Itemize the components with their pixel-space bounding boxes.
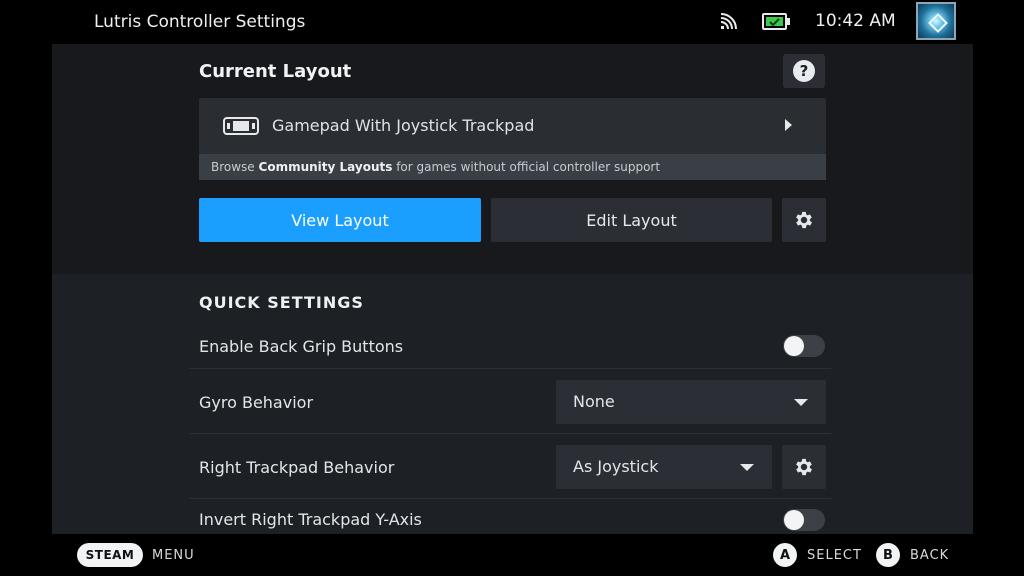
- wifi-signal-icon: [720, 13, 737, 30]
- back-grip-row[interactable]: Enable Back Grip Buttons: [189, 323, 831, 369]
- controller-settings-panel: Current Layout ? Gamepad With Joystick T…: [52, 44, 973, 534]
- view-layout-button[interactable]: View Layout: [199, 198, 481, 242]
- back-grip-label: Enable Back Grip Buttons: [199, 337, 404, 356]
- invert-y-label: Invert Right Trackpad Y-Axis: [199, 510, 422, 529]
- layout-settings-button[interactable]: [782, 198, 826, 242]
- menu-hint: MENU: [152, 548, 195, 563]
- chevron-right-icon: [785, 119, 792, 131]
- gyro-behavior-row: Gyro Behavior None: [189, 369, 831, 434]
- right-trackpad-label: Right Trackpad Behavior: [199, 458, 395, 477]
- community-layouts-link[interactable]: Community Layouts: [259, 160, 393, 174]
- back-hint: BACK: [910, 548, 950, 563]
- top-bar: Lutris Controller Settings 10:42 AM: [0, 0, 1024, 44]
- gyro-behavior-dropdown[interactable]: None: [556, 380, 826, 424]
- clock: 10:42 AM: [815, 11, 896, 31]
- current-layout-selector[interactable]: Gamepad With Joystick Trackpad: [199, 98, 826, 154]
- gyro-behavior-label: Gyro Behavior: [199, 393, 314, 412]
- back-grip-toggle[interactable]: [783, 335, 825, 357]
- bottom-hint-bar: STEAM MENU A SELECT B BACK: [0, 534, 1024, 576]
- toggle-knob: [784, 336, 804, 356]
- browse-suffix: for games without official controller su…: [392, 160, 661, 174]
- help-icon: ?: [793, 60, 815, 82]
- current-layout-heading: Current Layout: [199, 61, 352, 82]
- select-hint: SELECT: [807, 548, 862, 563]
- invert-y-toggle[interactable]: [783, 509, 825, 531]
- b-button-icon[interactable]: B: [876, 543, 900, 567]
- gear-icon: [796, 458, 812, 476]
- layout-name: Gamepad With Joystick Trackpad: [272, 116, 535, 135]
- right-trackpad-dropdown[interactable]: As Joystick: [556, 445, 772, 489]
- help-button[interactable]: ?: [783, 54, 825, 88]
- edit-layout-button[interactable]: Edit Layout: [491, 198, 772, 242]
- right-trackpad-settings-button[interactable]: [782, 445, 826, 489]
- chevron-down-icon: [740, 464, 754, 471]
- controller-icon: [223, 117, 259, 135]
- browse-prefix: Browse: [211, 160, 259, 174]
- browse-community-layouts-hint[interactable]: Browse Community Layouts for games witho…: [199, 154, 826, 180]
- a-button-icon[interactable]: A: [773, 543, 797, 567]
- invert-y-row[interactable]: Invert Right Trackpad Y-Axis: [189, 499, 831, 534]
- chevron-down-icon: [794, 399, 808, 406]
- app-title: Lutris Controller Settings: [94, 12, 306, 32]
- gear-icon: [796, 211, 812, 229]
- user-avatar-icon[interactable]: [916, 2, 956, 40]
- quick-settings-heading: QUICK SETTINGS: [199, 293, 364, 312]
- steam-button[interactable]: STEAM: [77, 543, 143, 567]
- battery-charging-icon: [762, 13, 790, 30]
- toggle-knob: [784, 510, 804, 530]
- right-trackpad-row: Right Trackpad Behavior As Joystick: [189, 434, 831, 499]
- right-trackpad-value: As Joystick: [573, 457, 659, 476]
- gyro-behavior-value: None: [573, 392, 615, 411]
